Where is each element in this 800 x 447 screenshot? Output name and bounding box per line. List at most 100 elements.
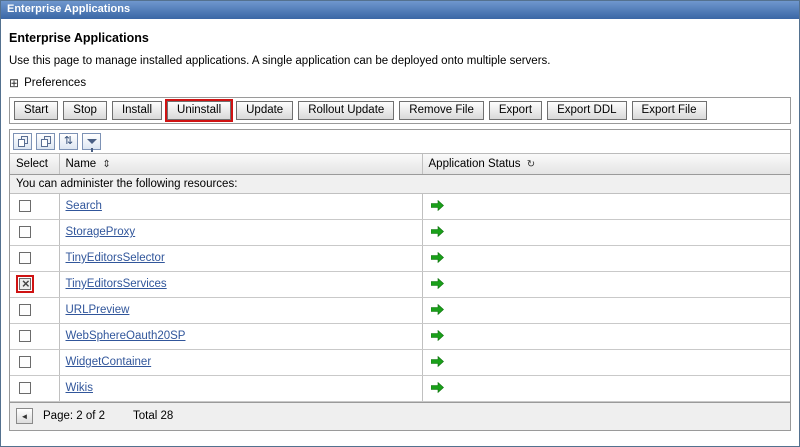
table-row: TinyEditorsSelector bbox=[10, 246, 790, 272]
status-cell bbox=[422, 194, 790, 220]
uninstall-button[interactable]: Uninstall bbox=[167, 101, 231, 120]
highlight-box-uninstall: Uninstall bbox=[165, 99, 233, 122]
show-filter-icon: ⇅ bbox=[64, 136, 73, 147]
export-ddl-button[interactable]: Export DDL bbox=[547, 101, 626, 120]
page-description: Use this page to manage installed applic… bbox=[9, 55, 791, 67]
button-wrap-export-ddl: Export DDL bbox=[545, 99, 628, 122]
row-checkbox[interactable] bbox=[19, 200, 31, 212]
action-button-bar: Start Stop Install Uninstall Update Rollout U… bbox=[9, 97, 791, 124]
previous-page-icon: ◄ bbox=[21, 412, 29, 421]
export-file-button[interactable]: Export File bbox=[632, 101, 707, 120]
status-cell bbox=[422, 324, 790, 350]
select-cell bbox=[10, 220, 59, 246]
row-checkbox[interactable] bbox=[19, 356, 31, 368]
show-filter-button[interactable]: ⇅ bbox=[59, 133, 78, 150]
export-button[interactable]: Export bbox=[489, 101, 542, 120]
rollout-update-button[interactable]: Rollout Update bbox=[298, 101, 394, 120]
select-cell bbox=[10, 194, 59, 220]
button-wrap-install: Install bbox=[110, 99, 164, 122]
row-checkbox[interactable] bbox=[19, 330, 31, 342]
select-cell bbox=[10, 298, 59, 324]
application-link[interactable]: Wikis bbox=[66, 382, 93, 394]
application-link[interactable]: Search bbox=[66, 200, 102, 212]
name-cell: URLPreview bbox=[59, 298, 422, 324]
select-all-button[interactable] bbox=[13, 133, 32, 150]
status-column-label: Application Status bbox=[429, 158, 521, 170]
application-status-started-icon bbox=[431, 304, 444, 316]
refresh-icon[interactable]: ↻ bbox=[527, 159, 535, 170]
application-status-started-icon bbox=[431, 278, 444, 290]
deselect-all-icon bbox=[41, 136, 51, 147]
name-cell: WidgetContainer bbox=[59, 350, 422, 376]
table-header-row: Select Name ⇕ Application Status ↻ bbox=[10, 154, 790, 175]
application-status-started-icon bbox=[431, 226, 444, 238]
name-column-label: Name bbox=[66, 158, 97, 170]
previous-page-button[interactable]: ◄ bbox=[16, 408, 33, 424]
status-cell bbox=[422, 246, 790, 272]
table-caption-row: You can administer the following resourc… bbox=[10, 175, 790, 194]
button-wrap-stop: Stop bbox=[61, 99, 109, 122]
application-link[interactable]: StorageProxy bbox=[66, 226, 136, 238]
button-wrap-start: Start bbox=[12, 99, 60, 122]
name-cell: TinyEditorsSelector bbox=[59, 246, 422, 272]
row-checkbox[interactable] bbox=[19, 278, 31, 290]
status-cell bbox=[422, 220, 790, 246]
table-caption: You can administer the following resourc… bbox=[10, 175, 790, 194]
select-all-icon bbox=[18, 136, 28, 147]
select-cell bbox=[10, 272, 59, 298]
table-row: Wikis bbox=[10, 376, 790, 402]
table-toolbar: ⇅ bbox=[10, 130, 790, 154]
table-row: Search bbox=[10, 194, 790, 220]
select-cell bbox=[10, 324, 59, 350]
name-cell: Search bbox=[59, 194, 422, 220]
application-link[interactable]: WebSphereOauth20SP bbox=[66, 330, 186, 342]
table-row: TinyEditorsServices bbox=[10, 272, 790, 298]
applications-table: ⇅ Select Name ⇕ bbox=[9, 129, 791, 431]
application-status-started-icon bbox=[431, 382, 444, 394]
name-cell: StorageProxy bbox=[59, 220, 422, 246]
deselect-all-button[interactable] bbox=[36, 133, 55, 150]
stop-button[interactable]: Stop bbox=[63, 101, 107, 120]
name-cell: WebSphereOauth20SP bbox=[59, 324, 422, 350]
application-link[interactable]: URLPreview bbox=[66, 304, 130, 316]
button-wrap-update: Update bbox=[234, 99, 295, 122]
application-status-started-icon bbox=[431, 252, 444, 264]
select-cell bbox=[10, 246, 59, 272]
column-header-name[interactable]: Name ⇕ bbox=[59, 154, 422, 175]
row-checkbox[interactable] bbox=[19, 382, 31, 394]
status-cell bbox=[422, 376, 790, 402]
table-row: URLPreview bbox=[10, 298, 790, 324]
page-content: Enterprise Applications Use this page to… bbox=[1, 19, 799, 431]
button-wrap-remove-file: Remove File bbox=[397, 99, 486, 122]
page-indicator: Page: 2 of 2 bbox=[43, 410, 105, 422]
application-link[interactable]: TinyEditorsServices bbox=[66, 278, 167, 290]
application-status-started-icon bbox=[431, 330, 444, 342]
name-cell: TinyEditorsServices bbox=[59, 272, 422, 298]
row-checkbox[interactable] bbox=[19, 226, 31, 238]
preferences-label: Preferences bbox=[24, 77, 86, 89]
application-link[interactable]: TinyEditorsSelector bbox=[66, 252, 165, 264]
pagination-bar: ◄ Page: 2 of 2 Total 28 bbox=[10, 402, 790, 430]
column-header-select: Select bbox=[10, 154, 59, 175]
select-cell bbox=[10, 376, 59, 402]
table-row: WebSphereOauth20SP bbox=[10, 324, 790, 350]
remove-file-button[interactable]: Remove File bbox=[399, 101, 484, 120]
hide-filter-button[interactable] bbox=[82, 133, 101, 150]
total-count: Total 28 bbox=[133, 410, 173, 422]
preferences-toggle[interactable]: ⊞ Preferences bbox=[9, 77, 86, 89]
expand-icon[interactable]: ⊞ bbox=[9, 78, 19, 89]
applications-grid: Select Name ⇕ Application Status ↻ bbox=[10, 154, 790, 402]
hide-filter-icon bbox=[87, 139, 97, 144]
install-button[interactable]: Install bbox=[112, 101, 162, 120]
application-link[interactable]: WidgetContainer bbox=[66, 356, 152, 368]
select-cell bbox=[10, 350, 59, 376]
update-button[interactable]: Update bbox=[236, 101, 293, 120]
button-wrap-rollout-update: Rollout Update bbox=[296, 99, 396, 122]
sort-updown-icon[interactable]: ⇕ bbox=[102, 159, 110, 170]
row-checkbox[interactable] bbox=[19, 304, 31, 316]
page-title: Enterprise Applications bbox=[9, 31, 791, 45]
start-button[interactable]: Start bbox=[14, 101, 58, 120]
column-header-application-status[interactable]: Application Status ↻ bbox=[422, 154, 790, 175]
row-checkbox[interactable] bbox=[19, 252, 31, 264]
button-wrap-export: Export bbox=[487, 99, 544, 122]
